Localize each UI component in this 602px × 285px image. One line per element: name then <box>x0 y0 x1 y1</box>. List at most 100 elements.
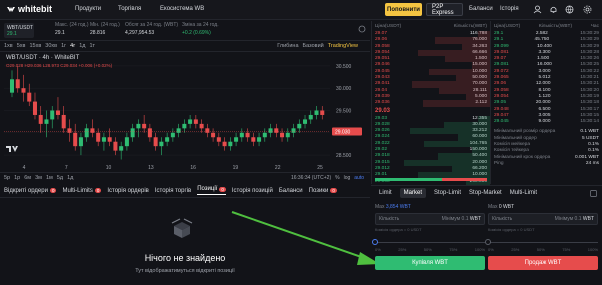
sell-commission: Комісія ордера = 0 USDT <box>488 227 535 232</box>
price-chart[interactable]: WBT/USDT · 4h · WhiteBIT O29.028 H29.036… <box>0 52 370 171</box>
globe-icon[interactable] <box>565 5 574 14</box>
p2p-express-button[interactable]: P2P Express <box>426 3 463 16</box>
timeframe-2[interactable]: 15хв <box>29 43 41 49</box>
candle <box>205 123 210 138</box>
chart-footer: 5р 1р 6м 3м 1м 5д 1д 16:36:34 (UTC+2) % log au… <box>0 172 370 182</box>
buy-quantity-input[interactable]: Кількість Мінімум 0.1 WBT <box>375 213 485 225</box>
candle-body <box>50 110 55 120</box>
nav-balances[interactable]: Баланси <box>469 6 493 12</box>
timeframe-0[interactable]: 1хв <box>4 43 13 49</box>
range-6[interactable]: 1д <box>67 175 73 181</box>
settings-icon[interactable] <box>583 5 592 14</box>
tab-7[interactable]: Позики 0 <box>309 188 337 194</box>
sell-slider-knob[interactable] <box>485 239 491 245</box>
candle-body <box>153 137 158 147</box>
candle <box>262 128 267 142</box>
tab-0[interactable]: Відкриті ордери 0 <box>4 188 57 194</box>
candle <box>222 137 227 151</box>
sell-quantity-input[interactable]: Кількість Мінімум 0.1 WBT <box>488 213 598 225</box>
candle <box>61 106 66 133</box>
candle <box>285 128 290 142</box>
tab-5[interactable]: Історія позицій <box>232 188 273 194</box>
nav-ecosystem[interactable]: Екосистема WB <box>160 6 204 12</box>
pair-selector[interactable]: WBT/USDT 29.1 <box>4 23 34 38</box>
candle <box>90 119 95 138</box>
deposit-button[interactable]: Поповнити <box>385 3 422 16</box>
candle-body <box>245 132 250 138</box>
whitebit-logo[interactable]: whitebit <box>6 4 52 14</box>
annotation-arrow-icon <box>231 211 380 265</box>
range-0[interactable]: 5р <box>4 175 10 181</box>
candle <box>245 128 250 142</box>
order-type-tab-0[interactable]: Limit <box>379 190 392 196</box>
percent-toggle[interactable]: % <box>335 175 339 181</box>
orderbook-asks: 29.07 116.788 29.06 76.000 29.058 34.263 29.05… <box>372 31 490 107</box>
candle-body <box>303 119 308 124</box>
candle-body <box>205 128 210 133</box>
tab-count-badge: 0 <box>219 186 226 192</box>
candlestick-chart[interactable]: 30.50030.00029.50029.00028.5004710131619… <box>0 52 370 171</box>
candle-body <box>251 137 256 142</box>
bell-icon[interactable] <box>549 5 558 14</box>
timeframe-4[interactable]: 1г <box>61 43 66 49</box>
candle-body <box>216 137 221 142</box>
buy-qty-label: Кількість <box>379 216 400 222</box>
tab-1[interactable]: Multi-Limits 0 <box>62 188 102 194</box>
candle <box>199 119 204 133</box>
tab-label: Позики <box>308 187 329 194</box>
view-basic[interactable]: Базовий <box>303 43 324 49</box>
range-4[interactable]: 1м <box>46 175 53 181</box>
tab-4[interactable]: Позиції 0 <box>197 186 226 195</box>
timeframe-1[interactable]: 5хв <box>17 43 26 49</box>
candle <box>50 106 55 129</box>
sell-amount-slider[interactable] <box>485 239 598 245</box>
sell-button[interactable]: Продаж WBT <box>488 256 598 270</box>
ask-row[interactable]: 29.036 2.112 <box>372 100 490 107</box>
buy-button[interactable]: Купівля WBT <box>375 256 485 270</box>
timeframe-6[interactable]: 1д <box>79 43 85 49</box>
tab-2[interactable]: Історія ордерів <box>107 188 149 194</box>
candle-body <box>73 132 78 147</box>
candle-body <box>199 123 204 129</box>
view-tradingview[interactable]: TradingView <box>328 43 358 49</box>
nav-trading[interactable]: Торгівля <box>118 6 141 12</box>
log-toggle[interactable]: log <box>344 175 351 181</box>
nav-history[interactable]: Історія <box>500 6 519 12</box>
y-tick-label: 28.500 <box>336 153 352 159</box>
tab-6[interactable]: Баланси <box>279 188 303 194</box>
sell-balance: Max 0 WBT <box>488 204 598 210</box>
timeframe-3[interactable]: 30хв <box>45 43 57 49</box>
range-1[interactable]: 1р <box>14 175 20 181</box>
nav-products[interactable]: Продукти <box>75 6 101 12</box>
order-type-tab-3[interactable]: Stop-Market <box>469 190 502 196</box>
candle <box>55 97 60 120</box>
trade-time: 15:30:14 <box>580 119 599 125</box>
timeframe-5[interactable]: 4г <box>70 43 75 49</box>
tab-3[interactable]: Історія торгів <box>155 188 191 194</box>
auto-toggle[interactable]: auto <box>354 175 364 181</box>
range-2[interactable]: 6м <box>24 175 31 181</box>
order-type-tab-2[interactable]: Stop-Limit <box>434 190 461 196</box>
order-type-tab-1[interactable]: Market <box>399 188 427 198</box>
calculator-icon[interactable] <box>590 190 597 197</box>
timeframe-7[interactable]: 1т <box>90 43 96 49</box>
candle-body <box>308 114 313 120</box>
buy-slider-knob[interactable] <box>372 239 378 245</box>
range-5[interactable]: 5д <box>57 175 63 181</box>
order-type-tab-4[interactable]: Multi-Limit <box>510 190 537 196</box>
orderbook-bids: 29.03 12.355 29.028 30.000 29.026 33.212 29.02… <box>372 115 490 185</box>
view-depth[interactable]: Глибина <box>277 43 298 49</box>
tab-label: Історія ордерів <box>107 187 149 194</box>
buy-amount-slider[interactable] <box>372 239 485 245</box>
sell-slider-mark: 75% <box>562 247 571 252</box>
range-3[interactable]: 3м <box>35 175 42 181</box>
candle <box>15 65 20 93</box>
orderbook-mid-price: 29.03 <box>372 107 490 116</box>
settings-icon[interactable] <box>358 25 366 33</box>
candle-body <box>314 110 319 115</box>
candle <box>113 137 118 156</box>
user-icon[interactable] <box>533 5 542 14</box>
y-tick-label: 30.500 <box>336 64 352 70</box>
trades-list: 29.1 2.582 15:30:29 29.1 45.750 15:30:29 29.09… <box>491 31 602 125</box>
candle <box>239 128 244 142</box>
